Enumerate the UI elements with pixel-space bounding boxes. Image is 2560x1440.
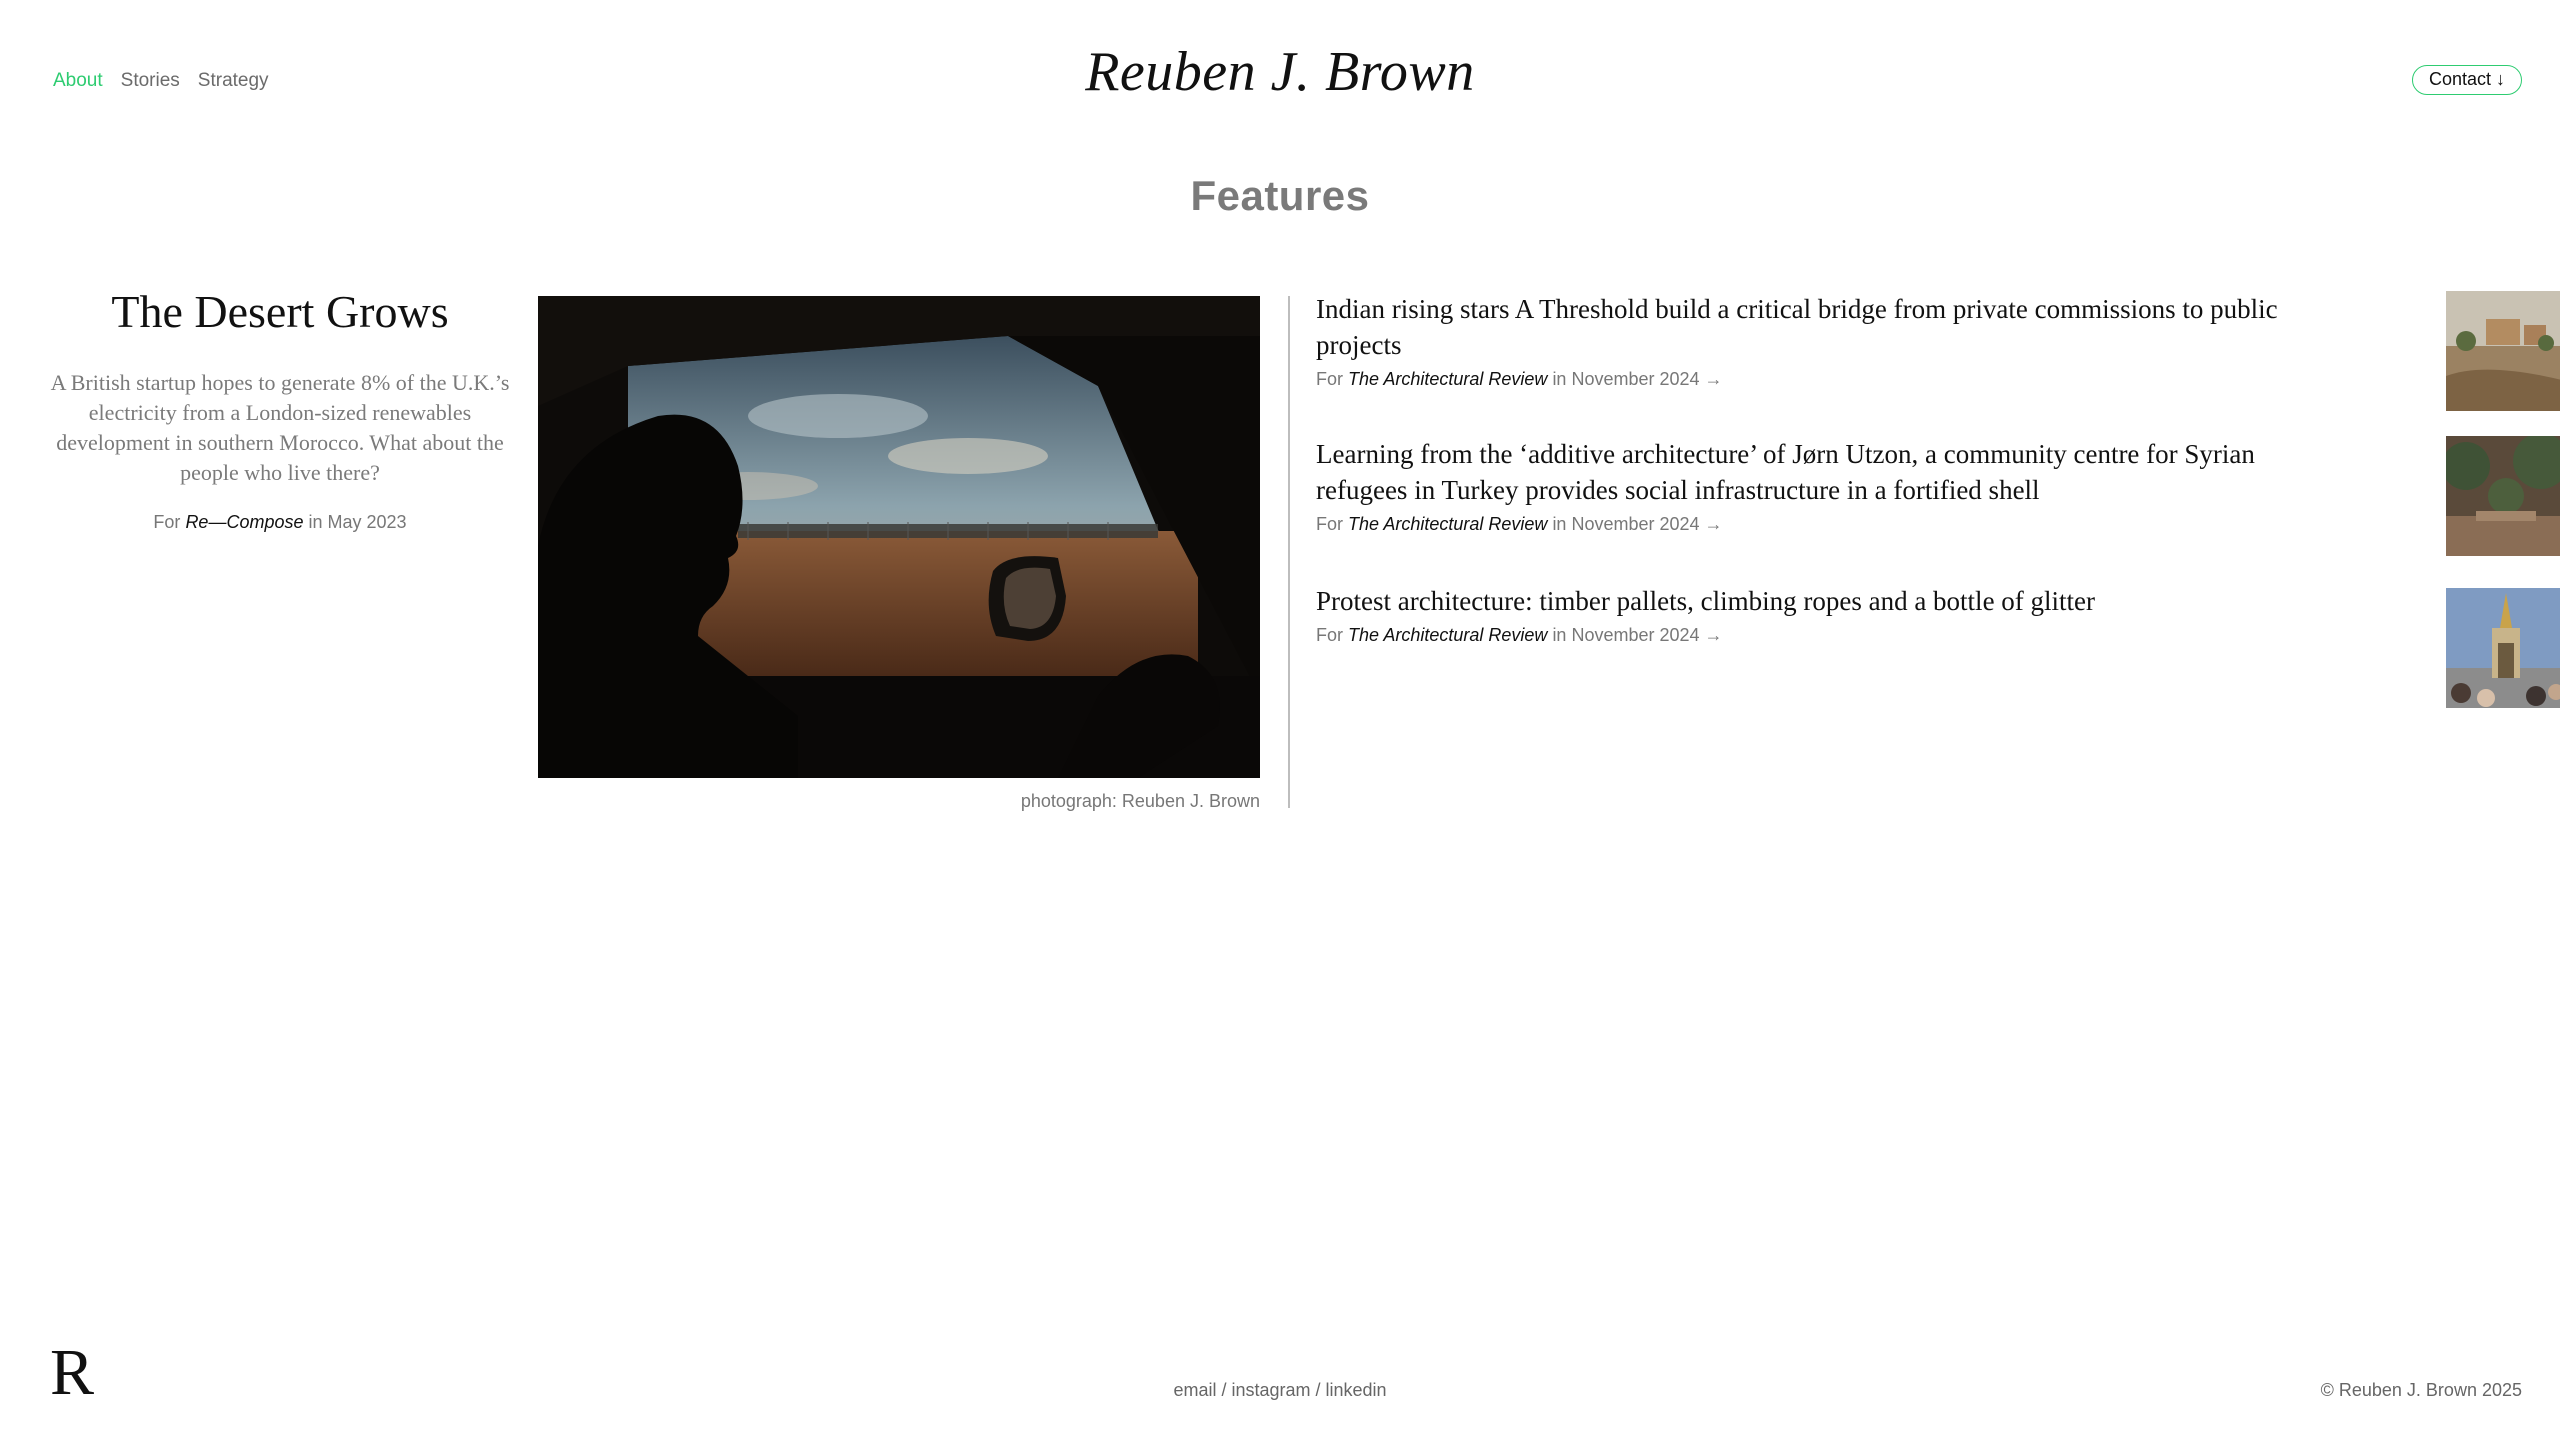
publication-name[interactable]: The Architectural Review (1348, 514, 1547, 534)
section-title: Features (1190, 172, 1370, 219)
footer-link-separator: / (1216, 1380, 1232, 1400)
byline-date[interactable]: in November 2024 → (1552, 625, 1722, 645)
featured-photo[interactable] (538, 296, 1260, 778)
story-item[interactable]: Protest architecture: timber pallets, cl… (1316, 583, 2560, 708)
story-byline: For The Architectural Review in November… (1316, 514, 2436, 535)
byline-date: in May 2023 (308, 512, 407, 532)
story-title[interactable]: Indian rising stars A Threshold build a … (1316, 291, 2286, 363)
byline-prefix: For (1316, 625, 1343, 645)
column-divider (1288, 296, 1290, 808)
publication-name[interactable]: Re—Compose (185, 512, 303, 532)
copyright: © Reuben J. Brown 2025 (2320, 1380, 2522, 1400)
publication-name[interactable]: The Architectural Review (1348, 369, 1547, 389)
byline-prefix: For (153, 512, 181, 532)
publication-name[interactable]: The Architectural Review (1348, 625, 1547, 645)
car-window-desert-photo (538, 296, 1260, 778)
village-landscape-thumbnail (2446, 291, 2560, 411)
footer-links: email / instagram / linkedin (0, 1380, 2560, 1401)
footer-link-email[interactable]: email (1173, 1380, 1216, 1400)
story-thumbnail[interactable] (2446, 436, 2560, 556)
story-byline: For The Architectural Review in November… (1316, 369, 2436, 390)
byline-prefix: For (1316, 514, 1343, 534)
story-item[interactable]: Indian rising stars A Threshold build a … (1316, 291, 2560, 411)
memorial-protest-thumbnail (2446, 588, 2560, 708)
story-title[interactable]: Learning from the ‘additive architecture… (1316, 436, 2286, 508)
byline-date[interactable]: in November 2024 → (1552, 514, 1722, 534)
featured-story-title[interactable]: The Desert Grows (50, 285, 510, 338)
featured-story: The Desert Grows A British startup hopes… (50, 285, 510, 533)
byline-date[interactable]: in November 2024 → (1552, 369, 1722, 389)
story-title[interactable]: Protest architecture: timber pallets, cl… (1316, 583, 2286, 619)
story-byline: For The Architectural Review in November… (1316, 625, 2436, 646)
footer-link-separator: / (1310, 1380, 1326, 1400)
courtyard-garden-thumbnail (2446, 436, 2560, 556)
contact-button[interactable]: Contact ↓ (2411, 65, 2522, 95)
featured-story-byline: For Re—Compose in May 2023 (50, 512, 510, 533)
story-thumbnail[interactable] (2446, 588, 2560, 708)
photo-caption: photograph: Reuben J. Brown (1020, 791, 1260, 811)
byline-prefix: For (1316, 369, 1343, 389)
story-thumbnail[interactable] (2446, 291, 2560, 411)
featured-story-description: A British startup hopes to generate 8% o… (50, 370, 510, 485)
site-title[interactable]: Reuben J. Brown (0, 40, 2560, 104)
footer-link-linkedin[interactable]: linkedin (1326, 1380, 1387, 1400)
story-item[interactable]: Learning from the ‘additive architecture… (1316, 436, 2560, 556)
footer-link-instagram[interactable]: instagram (1231, 1380, 1310, 1400)
